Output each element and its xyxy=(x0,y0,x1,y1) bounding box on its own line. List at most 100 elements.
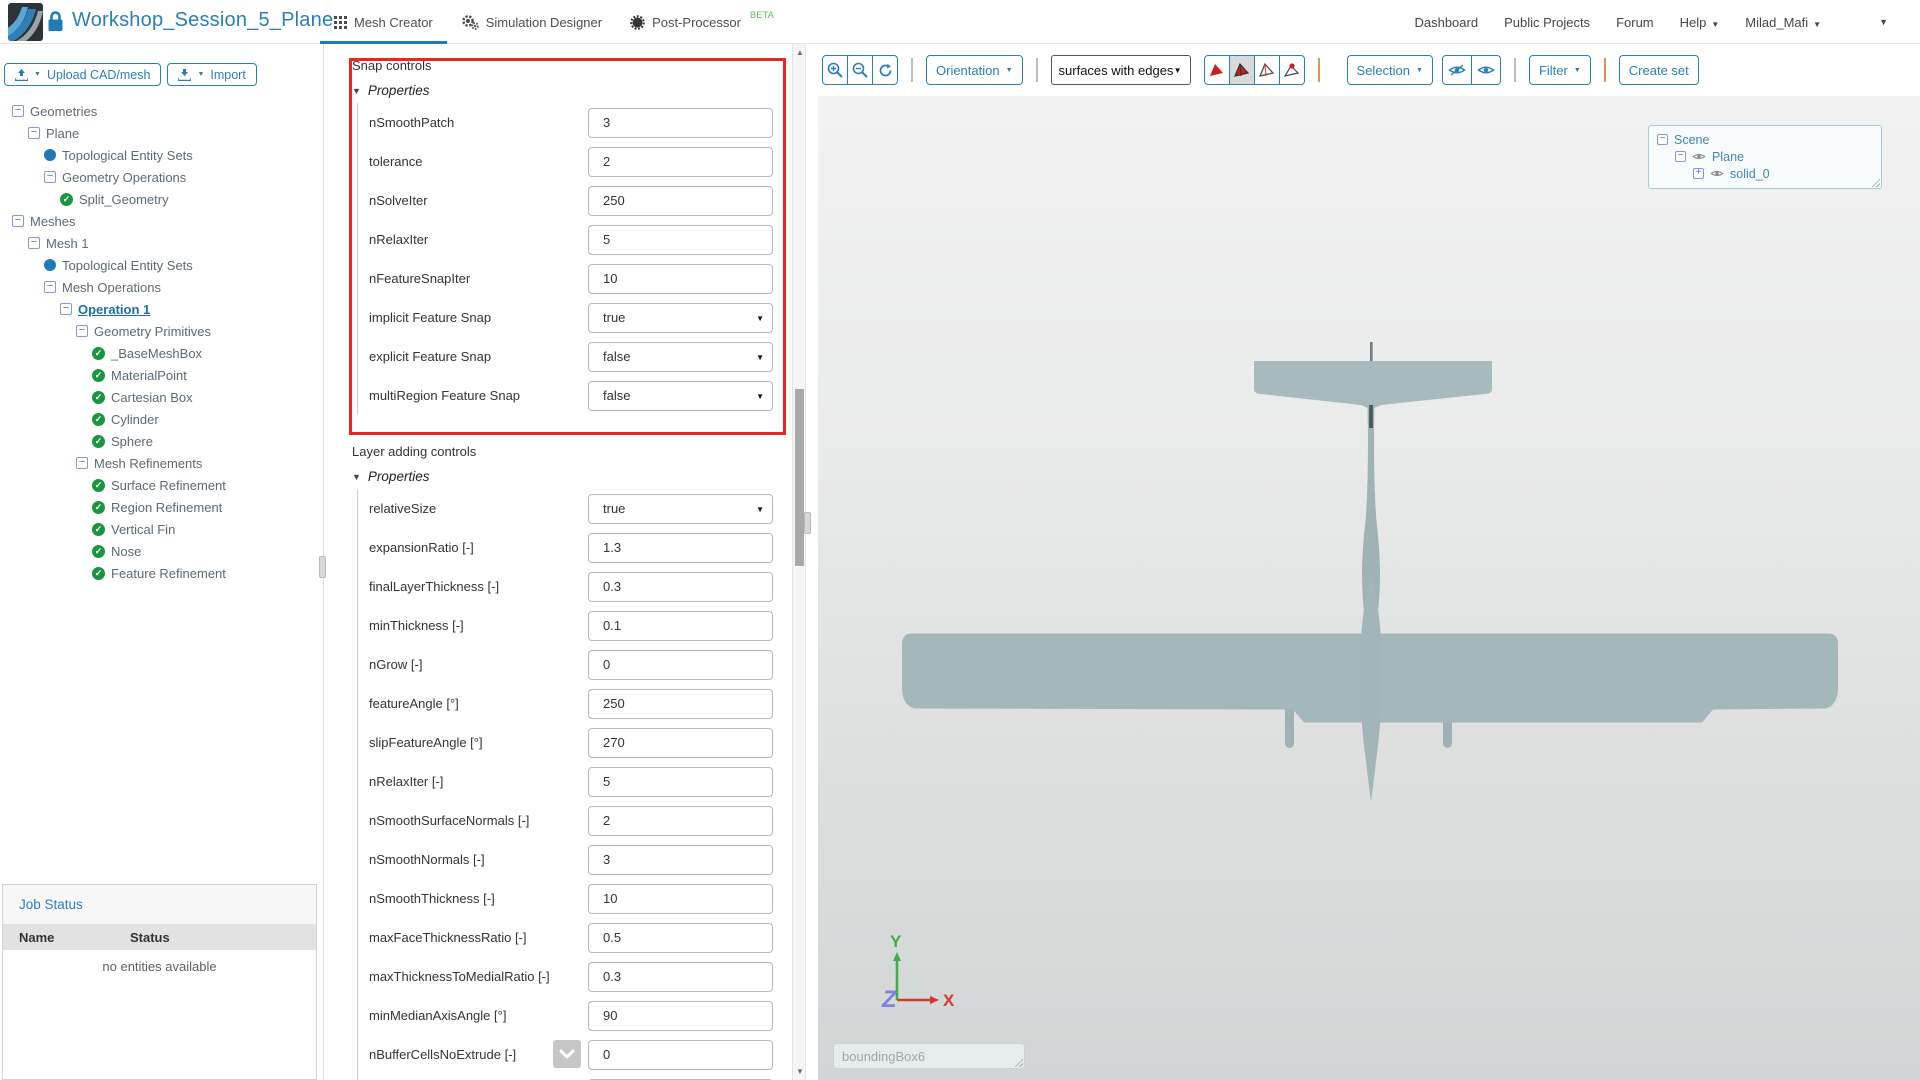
properties-group-header[interactable]: ▼ Properties xyxy=(352,78,792,103)
property-select-implicit-feature-snap[interactable]: true ▼ xyxy=(588,302,773,333)
property-input-nrelaxiter[interactable]: 5 xyxy=(588,224,773,255)
property-input-nsolveiter[interactable]: 250 xyxy=(588,185,773,216)
bounding-box-name-input[interactable]: boundingBox6 xyxy=(833,1043,1025,1069)
scroll-down-arrow[interactable]: ▼ xyxy=(793,1067,807,1076)
properties-scrollbar[interactable]: ▲ ▼ xyxy=(792,44,806,1080)
aircraft-model[interactable] xyxy=(818,96,1920,1080)
property-input-nfeaturesnapiter[interactable]: 10 xyxy=(588,263,773,294)
tab-post-processor[interactable]: Post-Processor BETA xyxy=(616,0,788,44)
property-input-nbuffercellsnoextrude[interactable]: 0 xyxy=(588,1039,773,1070)
property-input-featureangle[interactable]: 250 xyxy=(588,688,773,719)
tree-item-topological-entity-sets[interactable]: Topological Entity Sets xyxy=(0,144,323,166)
tab-mesh-creator[interactable]: Mesh Creator xyxy=(320,0,447,44)
properties-group-header[interactable]: ▼ Properties xyxy=(352,464,792,489)
tree-item-plane[interactable]: − Plane xyxy=(0,122,323,144)
collapse-toggle-icon[interactable]: − xyxy=(60,303,72,315)
tree-item-feature-refinement[interactable]: ✓ Feature Refinement xyxy=(0,562,323,584)
nav-dashboard[interactable]: Dashboard xyxy=(1414,15,1478,30)
orientation-dropdown[interactable]: Orientation ▼ xyxy=(926,55,1023,85)
nav-forum[interactable]: Forum xyxy=(1616,15,1654,30)
import-button[interactable]: ▼ Import xyxy=(167,63,257,86)
tree-item-cylinder[interactable]: ✓ Cylinder xyxy=(0,408,323,430)
app-logo-icon[interactable] xyxy=(8,3,43,41)
tree-item-region-refinement[interactable]: ✓ Region Refinement xyxy=(0,496,323,518)
zoom-in-button[interactable] xyxy=(822,55,848,85)
property-input-nrelaxiter[interactable]: 5 xyxy=(588,766,773,797)
scroll-up-arrow[interactable]: ▲ xyxy=(793,48,807,57)
scroll-down-button[interactable] xyxy=(553,1040,581,1068)
collapse-toggle-icon[interactable]: − xyxy=(1675,151,1686,162)
property-select-multiregion-feature-snap[interactable]: false ▼ xyxy=(588,380,773,411)
nav-help-menu[interactable]: Help ▼ xyxy=(1680,15,1720,30)
property-input-nsmoothnormals[interactable]: 3 xyxy=(588,844,773,875)
scene-tree-solid[interactable]: + solid_0 xyxy=(1657,165,1873,182)
property-select-relativesize[interactable]: true ▼ xyxy=(588,493,773,524)
property-input-nsmoothsurfacenormals[interactable]: 2 xyxy=(588,805,773,836)
collapse-toggle-icon[interactable]: − xyxy=(12,105,24,117)
property-input-ngrow[interactable]: 0 xyxy=(588,649,773,680)
tree-item-cartesian-box[interactable]: ✓ Cartesian Box xyxy=(0,386,323,408)
scrollbar-thumb[interactable] xyxy=(795,389,804,566)
collapse-toggle-icon[interactable]: − xyxy=(28,127,40,139)
tree-item-nose[interactable]: ✓ Nose xyxy=(0,540,323,562)
viewport-3d[interactable]: − Scene − Plane + solid_0 Z Y X bounding… xyxy=(818,96,1920,1080)
tree-item-meshes[interactable]: − Meshes xyxy=(0,210,323,232)
upload-cad-button[interactable]: ▼ Upload CAD/mesh xyxy=(4,63,162,86)
property-input-maxthicknesstomedialratio[interactable]: 0.3 xyxy=(588,961,773,992)
create-set-button[interactable]: Create set xyxy=(1618,55,1699,85)
tree-item-surface-refinement[interactable]: ✓ Surface Refinement xyxy=(0,474,323,496)
collapse-header-button[interactable]: ▼ xyxy=(1879,17,1888,27)
property-input-tolerance[interactable]: 2 xyxy=(588,146,773,177)
refresh-view-button[interactable] xyxy=(872,55,898,85)
display-mode-select[interactable]: surfaces with edges ▼ xyxy=(1050,55,1191,85)
eye-icon[interactable] xyxy=(1710,169,1724,178)
render-points-button[interactable] xyxy=(1278,55,1305,85)
collapse-toggle-icon[interactable]: − xyxy=(1657,134,1668,145)
property-input-expansionratio[interactable]: 1.3 xyxy=(588,532,773,563)
render-surfaces-edges-button[interactable] xyxy=(1228,55,1255,85)
tree-item-topological-entity-sets[interactable]: Topological Entity Sets xyxy=(0,254,323,276)
collapse-toggle-icon[interactable]: − xyxy=(44,281,56,293)
tree-item-mesh-1[interactable]: − Mesh 1 xyxy=(0,232,323,254)
property-input-maxfacethicknessratio[interactable]: 0.5 xyxy=(588,922,773,953)
tree-item-materialpoint[interactable]: ✓ MaterialPoint xyxy=(0,364,323,386)
collapse-toggle-icon[interactable]: − xyxy=(44,171,56,183)
tree-item-mesh-refinements[interactable]: − Mesh Refinements xyxy=(0,452,323,474)
render-wireframe-button[interactable] xyxy=(1253,55,1280,85)
collapse-toggle-icon[interactable]: − xyxy=(76,457,88,469)
user-menu[interactable]: Milad_Mafi ▼ xyxy=(1745,15,1821,30)
filter-dropdown[interactable]: Filter ▼ xyxy=(1528,55,1591,85)
resize-handle[interactable] xyxy=(1013,1057,1023,1067)
tree-item-operation-1[interactable]: − Operation 1 xyxy=(0,298,323,320)
show-selection-button[interactable] xyxy=(1470,55,1501,85)
tree-item-geometry-operations[interactable]: − Geometry Operations xyxy=(0,166,323,188)
left-splitter-handle[interactable] xyxy=(319,556,326,578)
property-input-minthickness[interactable]: 0.1 xyxy=(588,610,773,641)
render-surfaces-button[interactable] xyxy=(1203,55,1230,85)
zoom-out-button[interactable] xyxy=(847,55,873,85)
tree-item-geometry-primitives[interactable]: − Geometry Primitives xyxy=(0,320,323,342)
property-input-finallayerthickness[interactable]: 0.3 xyxy=(588,571,773,602)
property-input-slipfeatureangle[interactable]: 270 xyxy=(588,727,773,758)
property-select-explicit-feature-snap[interactable]: false ▼ xyxy=(588,341,773,372)
tree-item-split-geometry[interactable]: ✓ Split_Geometry xyxy=(0,188,323,210)
property-input-nsmoothpatch[interactable]: 3 xyxy=(588,107,773,138)
tree-item-sphere[interactable]: ✓ Sphere xyxy=(0,430,323,452)
property-input-nsmooththickness[interactable]: 10 xyxy=(588,883,773,914)
collapse-toggle-icon[interactable]: − xyxy=(12,215,24,227)
scene-tree-root[interactable]: − Scene xyxy=(1657,131,1873,148)
tree-item-mesh-operations[interactable]: − Mesh Operations xyxy=(0,276,323,298)
selection-dropdown[interactable]: Selection ▼ xyxy=(1346,55,1433,85)
expand-toggle-icon[interactable]: + xyxy=(1693,168,1704,179)
scene-tree-plane[interactable]: − Plane xyxy=(1657,148,1873,165)
tree-item-vertical-fin[interactable]: ✓ Vertical Fin xyxy=(0,518,323,540)
tab-simulation-designer[interactable]: Simulation Designer xyxy=(447,0,616,44)
collapse-toggle-icon[interactable]: − xyxy=(76,325,88,337)
eye-icon[interactable] xyxy=(1692,152,1706,161)
nav-public-projects[interactable]: Public Projects xyxy=(1504,15,1590,30)
property-input-minmedianaxisangle[interactable]: 90 xyxy=(588,1000,773,1031)
collapse-toggle-icon[interactable]: − xyxy=(28,237,40,249)
hide-selection-button[interactable] xyxy=(1441,55,1472,85)
tree-item-basemeshbox[interactable]: ✓ _BaseMeshBox xyxy=(0,342,323,364)
tree-item-geometries[interactable]: − Geometries xyxy=(0,100,323,122)
